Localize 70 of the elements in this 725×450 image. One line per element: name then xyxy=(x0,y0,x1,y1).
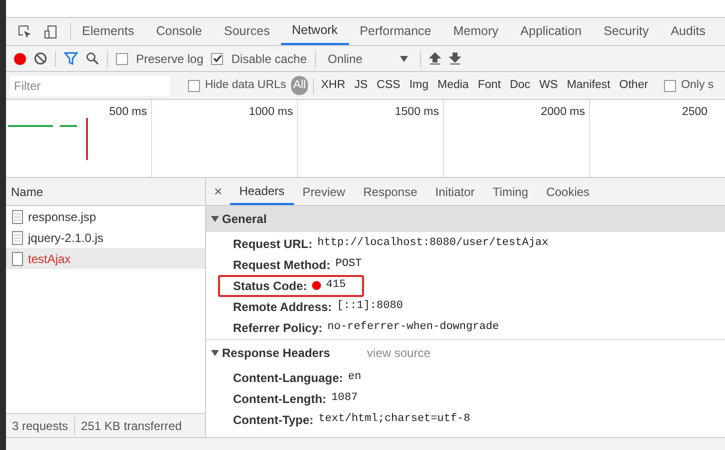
checkbox[interactable] xyxy=(116,52,128,64)
panel-tab[interactable]: Security xyxy=(592,18,660,45)
record-button[interactable] xyxy=(14,52,26,64)
throttling-dropdown[interactable]: Online xyxy=(324,50,412,68)
upload-icon[interactable] xyxy=(429,52,442,65)
filter-icon[interactable] xyxy=(64,52,78,65)
timeline-tick: 500 ms xyxy=(109,105,147,120)
type-filter[interactable]: Img xyxy=(407,76,430,94)
detail-tab[interactable]: Preview xyxy=(294,178,354,205)
file-icon xyxy=(12,252,23,266)
filter-field[interactable]: Filter xyxy=(10,76,170,96)
device-icon[interactable] xyxy=(44,24,58,38)
header-row-text: Request URL: http://localhost:8080/user/testAjax xyxy=(232,236,550,252)
detail-tab[interactable]: Timing xyxy=(484,178,538,205)
detail-tab[interactable]: Initiator xyxy=(426,178,484,205)
type-filter[interactable]: Doc xyxy=(508,76,532,94)
detail-tab[interactable]: Cookies xyxy=(537,178,599,205)
checkbox-label: Preserve log xyxy=(136,50,204,68)
request-row[interactable]: testAjax xyxy=(6,248,205,269)
panel-tab[interactable]: Audits xyxy=(660,18,716,45)
expand-triangle-icon xyxy=(211,215,219,223)
panel-tab[interactable]: Memory xyxy=(442,18,510,45)
panel-tab[interactable]: Application xyxy=(509,18,593,45)
panel-tab[interactable]: Performance xyxy=(348,18,442,45)
panel-tab[interactable]: Elements xyxy=(71,18,146,45)
inspect-icon[interactable] xyxy=(18,24,32,38)
detail-tab[interactable]: Response xyxy=(354,178,426,205)
header-row-text: Content-Type: text/html;charset=utf-8 xyxy=(232,412,472,428)
checkbox[interactable] xyxy=(211,52,224,64)
file-icon xyxy=(12,230,23,244)
request-row[interactable]: response.jsp xyxy=(6,206,205,227)
panel-tab[interactable]: Sources xyxy=(212,18,281,45)
section-header[interactable]: Response Headers view source xyxy=(206,340,725,366)
header-row-text: Content-Language: en xyxy=(232,370,362,386)
type-filter[interactable]: JS xyxy=(352,76,370,94)
header-row-text: Content-Length: 1087 xyxy=(232,390,359,408)
checkbox-label: Only s xyxy=(681,78,714,93)
timeline-tick: 2000 ms xyxy=(540,105,585,120)
header-row-text: Request Method: POST xyxy=(232,256,363,274)
header-row: Status Code: 415 xyxy=(218,274,364,296)
type-filter[interactable]: XHR xyxy=(318,76,348,94)
header-row-text: Remote Address: [::1]:8080 xyxy=(232,298,404,316)
download-icon[interactable] xyxy=(449,52,462,65)
checkbox-label: Hide data URLs xyxy=(205,78,286,93)
checkbox[interactable] xyxy=(188,80,200,92)
view-source-link[interactable]: view source xyxy=(367,344,430,362)
summary-text: 251 KB transferred xyxy=(74,416,188,434)
type-filter[interactable]: Other xyxy=(617,76,650,94)
timeline-tick: 1000 ms xyxy=(248,105,293,120)
file-icon xyxy=(12,210,23,224)
column-header: Name xyxy=(11,184,44,200)
header-row-text: Referrer Policy: no-referrer-when-downgrade xyxy=(232,320,500,336)
timeline-tick: 1500 ms xyxy=(394,105,439,120)
section-header[interactable]: General xyxy=(206,206,725,232)
search-icon[interactable] xyxy=(86,52,99,65)
type-filter[interactable]: Media xyxy=(436,76,471,94)
close-button[interactable]: × xyxy=(206,178,230,205)
timeline-tick: 2500 xyxy=(682,105,708,120)
summary-text: 3 requests xyxy=(11,418,70,434)
type-filter[interactable]: Font xyxy=(476,76,503,94)
type-filter[interactable]: WS xyxy=(537,76,560,94)
panel-tab[interactable]: Console xyxy=(145,18,213,45)
request-row[interactable]: jquery-2.1.0.js xyxy=(6,227,205,248)
expand-triangle-icon xyxy=(211,349,219,357)
type-filter[interactable]: Manifest xyxy=(564,76,612,94)
checkbox[interactable] xyxy=(664,80,676,92)
caret-icon xyxy=(400,56,408,62)
type-filter[interactable]: CSS xyxy=(374,76,402,94)
checkbox-label: Disable cache xyxy=(231,50,307,68)
clear-icon[interactable] xyxy=(34,52,47,65)
